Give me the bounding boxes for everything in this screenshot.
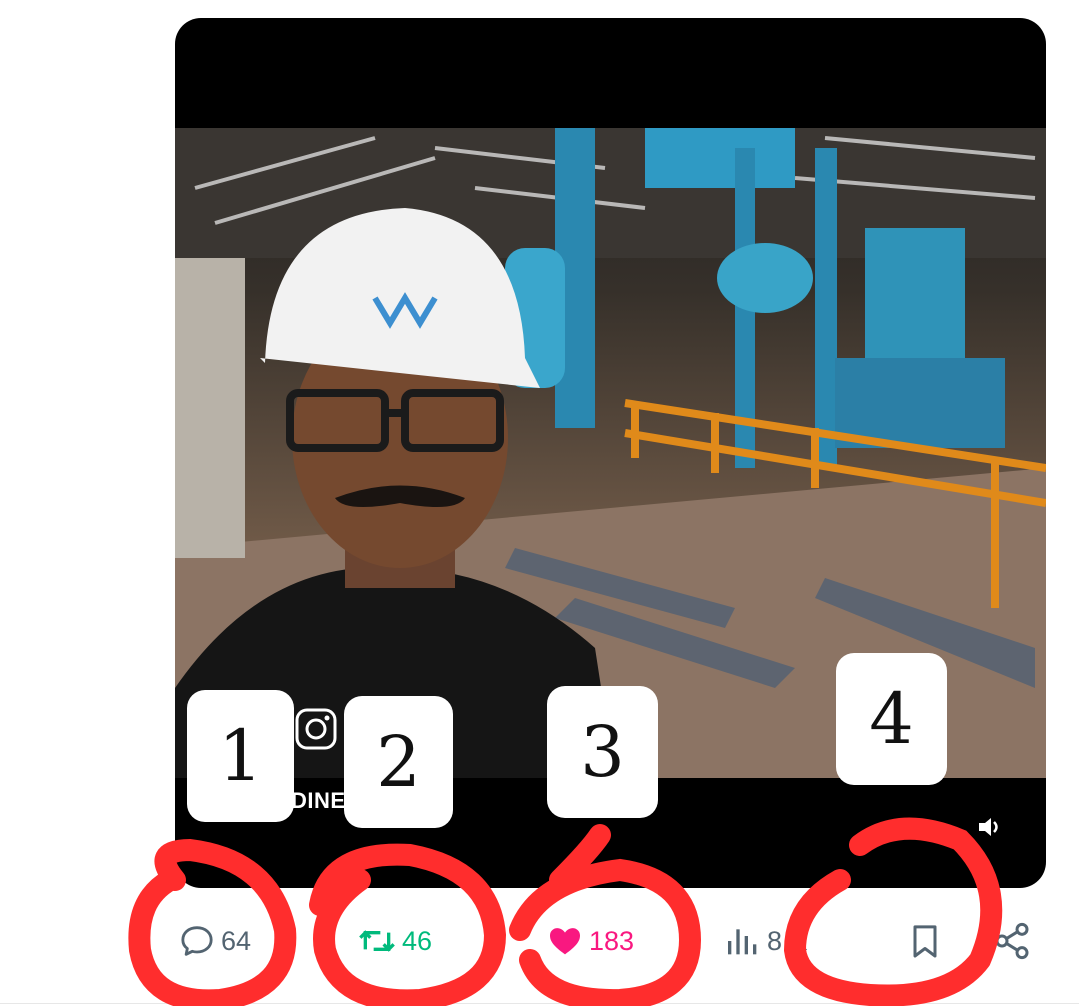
- like-count: 183: [589, 925, 635, 956]
- bottom-divider: [0, 1003, 1079, 1004]
- bookmark-button[interactable]: [905, 918, 945, 964]
- bookmark-icon: [913, 925, 937, 958]
- analytics-icon: [728, 929, 757, 955]
- volume-icon[interactable]: [975, 813, 1003, 841]
- instagram-icon: [295, 708, 337, 750]
- reply-button[interactable]: 64: [177, 918, 251, 964]
- annotation-badge-3: 3: [547, 686, 658, 818]
- annotation-badge-2: 2: [344, 696, 453, 828]
- repost-count: 46: [402, 925, 433, 956]
- repost-button[interactable]: 46: [356, 918, 432, 964]
- views-count: 8 K: [767, 925, 808, 956]
- annotation-badge-1: 1: [187, 690, 294, 822]
- reply-count: 64: [221, 925, 252, 956]
- views-button[interactable]: 8 K: [723, 918, 808, 964]
- annotation-badge-4: 4: [836, 653, 947, 785]
- share-button[interactable]: [992, 918, 1032, 964]
- reply-icon: [181, 926, 213, 956]
- heart-icon: [550, 928, 580, 955]
- repost-icon: [359, 930, 395, 952]
- like-button[interactable]: 183: [545, 918, 634, 964]
- share-icon: [995, 922, 1029, 960]
